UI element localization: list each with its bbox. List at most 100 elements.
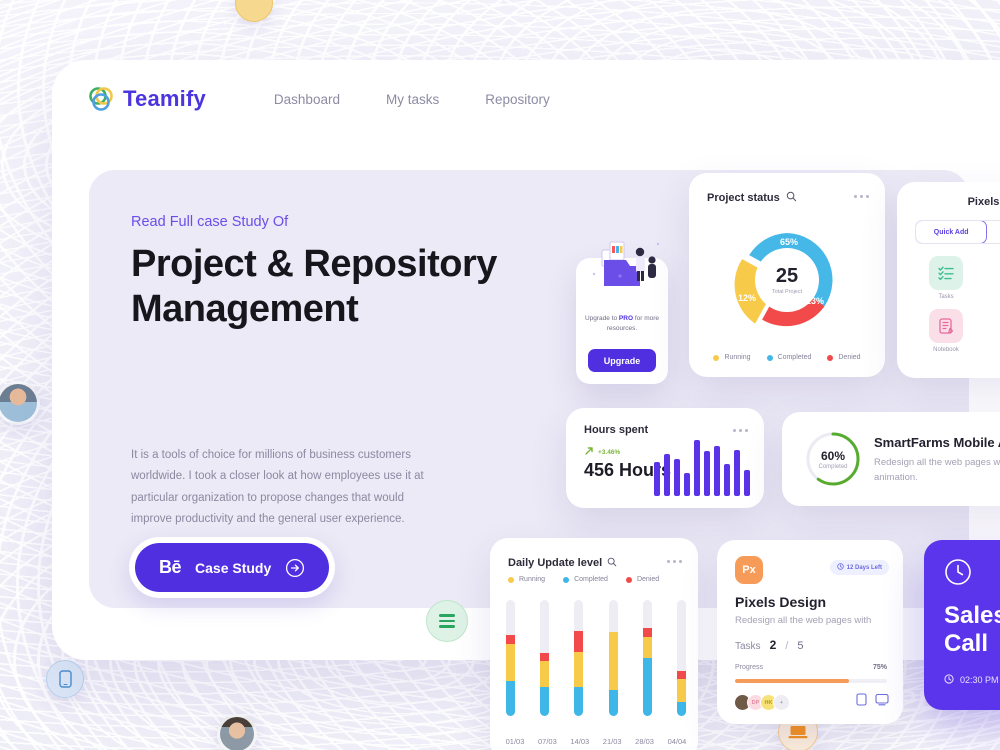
notebook-pencil-icon xyxy=(929,309,963,343)
project-status-legend: Running Completed Denied xyxy=(689,354,885,361)
hero-description: It is a tools of choice for millions of … xyxy=(131,449,424,525)
smartfarms-caption: Completed xyxy=(818,463,848,470)
nav-links: Dashboard My tasks Repository xyxy=(274,92,550,107)
x-label-4: 28/03 xyxy=(635,737,654,746)
pixels-design-body: Redesign all the web pages with xyxy=(735,615,872,626)
platform-icons xyxy=(856,693,889,711)
smartfarms-card: 60% Completed SmartFarms Mobile App Rede… xyxy=(782,412,1000,506)
tasks-separator: / xyxy=(785,640,789,652)
total-project-caption: Total Project xyxy=(771,288,803,295)
x-label-1: 07/03 xyxy=(538,737,557,746)
nav-link-my-tasks[interactable]: My tasks xyxy=(386,92,439,107)
smartfarms-body: Redesign all the web pages with animatio… xyxy=(874,457,1000,484)
project-badge: Px xyxy=(735,556,763,584)
menu-bars-icon xyxy=(439,614,455,628)
progress-bar xyxy=(735,679,887,683)
trend-up-arrow-icon xyxy=(584,446,594,458)
mobile-icon[interactable] xyxy=(856,693,867,711)
tile-label-notebook: Notebook xyxy=(933,347,959,353)
smartfarms-progress-ring: 60% Completed xyxy=(804,430,862,488)
app-window: Teamify Dashboard My tasks Repository Re… xyxy=(52,60,1000,750)
add-assignee-button[interactable]: + xyxy=(773,694,790,711)
bar-column-2103 xyxy=(608,600,618,716)
bar-column-0404 xyxy=(676,600,686,716)
pixels-design-task-card: Px 12 Days Left Pixels Design Redesign a… xyxy=(717,540,903,724)
daily-update-title: Daily Update level xyxy=(508,557,603,569)
checklist-icon xyxy=(929,256,963,290)
more-dots-icon[interactable] xyxy=(854,195,869,198)
project-status-title: Project status xyxy=(707,192,780,204)
tile-tasks[interactable]: Tasks xyxy=(915,256,977,300)
folder-documents-illustration xyxy=(576,230,668,292)
hours-delta: +3.46% xyxy=(584,446,620,458)
tile-files[interactable]: Files xyxy=(991,256,1000,300)
upgrade-text: Upgrade to PRO for more resources. xyxy=(584,314,660,335)
search-icon[interactable] xyxy=(607,554,617,572)
tile-reports[interactable]: Reports xyxy=(991,309,1000,353)
project-status-donut-chart: 65% 23% 12% 25 Total Project xyxy=(728,221,846,339)
brand-name: Teamify xyxy=(123,86,206,111)
daily-update-bar-chart xyxy=(506,600,686,716)
smartfarms-title: SmartFarms Mobile App xyxy=(874,435,1000,450)
bar-column-1403 xyxy=(574,600,584,716)
menu-fab-button[interactable] xyxy=(426,600,468,642)
sales-call-title: Sales App Call xyxy=(944,602,1000,658)
nav-link-repository[interactable]: Repository xyxy=(485,92,550,107)
legend-item-denied: Denied xyxy=(625,576,659,583)
brand-logo[interactable]: Teamify xyxy=(88,86,206,112)
cta-ring: Bē Case Study xyxy=(129,537,336,598)
progress-row: Progress 75% xyxy=(735,664,887,671)
upgrade-card: Upgrade to PRO for more resources. Upgra… xyxy=(576,241,668,384)
pixels-design-title: Pixels Design xyxy=(735,594,827,610)
donut-label-completed: 65% xyxy=(780,237,799,247)
bar-column-2803 xyxy=(642,600,652,716)
teamify-swirl-logo xyxy=(88,86,114,112)
desktop-icon[interactable] xyxy=(875,693,889,711)
progress-label: Progress xyxy=(735,664,764,671)
bar-column-0103 xyxy=(506,600,515,716)
project-status-card: Project status 65% 23% 12% 25 Total Proj… xyxy=(689,173,885,377)
tasks-done: 2 xyxy=(769,638,777,652)
arrow-right-circle-icon xyxy=(285,558,305,578)
days-left-badge: 12 Days Left xyxy=(829,560,889,575)
progress-value: 75% xyxy=(872,664,887,671)
donut-center: 25 Total Project xyxy=(755,248,819,312)
legend-item-denied: Denied xyxy=(827,354,861,361)
sales-call-meta: 02:30 PM Tomorrow xyxy=(944,674,1000,686)
tasks-label: Tasks xyxy=(735,641,761,652)
legend-item-completed: Completed xyxy=(563,576,608,583)
legend-item-completed: Completed xyxy=(766,354,811,361)
search-icon[interactable] xyxy=(786,189,797,207)
more-dots-icon[interactable] xyxy=(733,429,748,432)
sales-call-time: 02:30 PM xyxy=(960,675,999,685)
tab-jump-to[interactable]: Jump To xyxy=(986,221,1000,243)
nav-link-dashboard[interactable]: Dashboard xyxy=(274,92,340,107)
hours-delta-value: +3.46% xyxy=(598,448,621,456)
case-study-label: Case Study xyxy=(195,559,272,576)
tile-label-tasks: Tasks xyxy=(938,294,954,300)
tab-quick-add[interactable]: Quick Add xyxy=(916,221,988,243)
hours-spent-card: Hours spent +3.46% 456 Hours xyxy=(566,408,764,508)
sales-app-call-card: Sales App Call 02:30 PM Tomorrow xyxy=(924,540,1000,710)
upgrade-text-pro: PRO xyxy=(618,315,634,322)
legend-item-running: Running xyxy=(508,576,545,583)
screenshot-root: UICOOPEN Teamify Dashboard M xyxy=(0,0,1000,750)
x-label-2: 14/03 xyxy=(570,737,590,746)
cta-wrapper: Bē Case Study xyxy=(129,537,336,598)
total-project-value: 25 xyxy=(775,264,799,287)
more-dots-icon[interactable] xyxy=(667,560,682,563)
upgrade-text-before: Upgrade to xyxy=(584,315,619,322)
decor-avatar-bottom xyxy=(217,714,257,750)
behance-logo: Bē xyxy=(159,557,182,577)
clock-outline-icon xyxy=(944,558,972,586)
page-title: Project & Repository Management xyxy=(131,243,497,330)
x-label-5: 04/04 xyxy=(667,737,687,746)
tile-notebook[interactable]: Notebook xyxy=(915,309,977,353)
daily-update-x-axis: 01/03 07/03 14/03 21/03 28/03 04/04 xyxy=(500,737,692,746)
mobile-icon xyxy=(46,660,84,698)
hours-spent-title: Hours spent xyxy=(584,424,649,436)
x-label-3: 21/03 xyxy=(602,737,622,746)
studio-tiles: Tasks Files Events xyxy=(915,256,1000,353)
case-study-button[interactable]: Bē Case Study xyxy=(135,543,330,592)
upgrade-button[interactable]: Upgrade xyxy=(588,349,656,372)
